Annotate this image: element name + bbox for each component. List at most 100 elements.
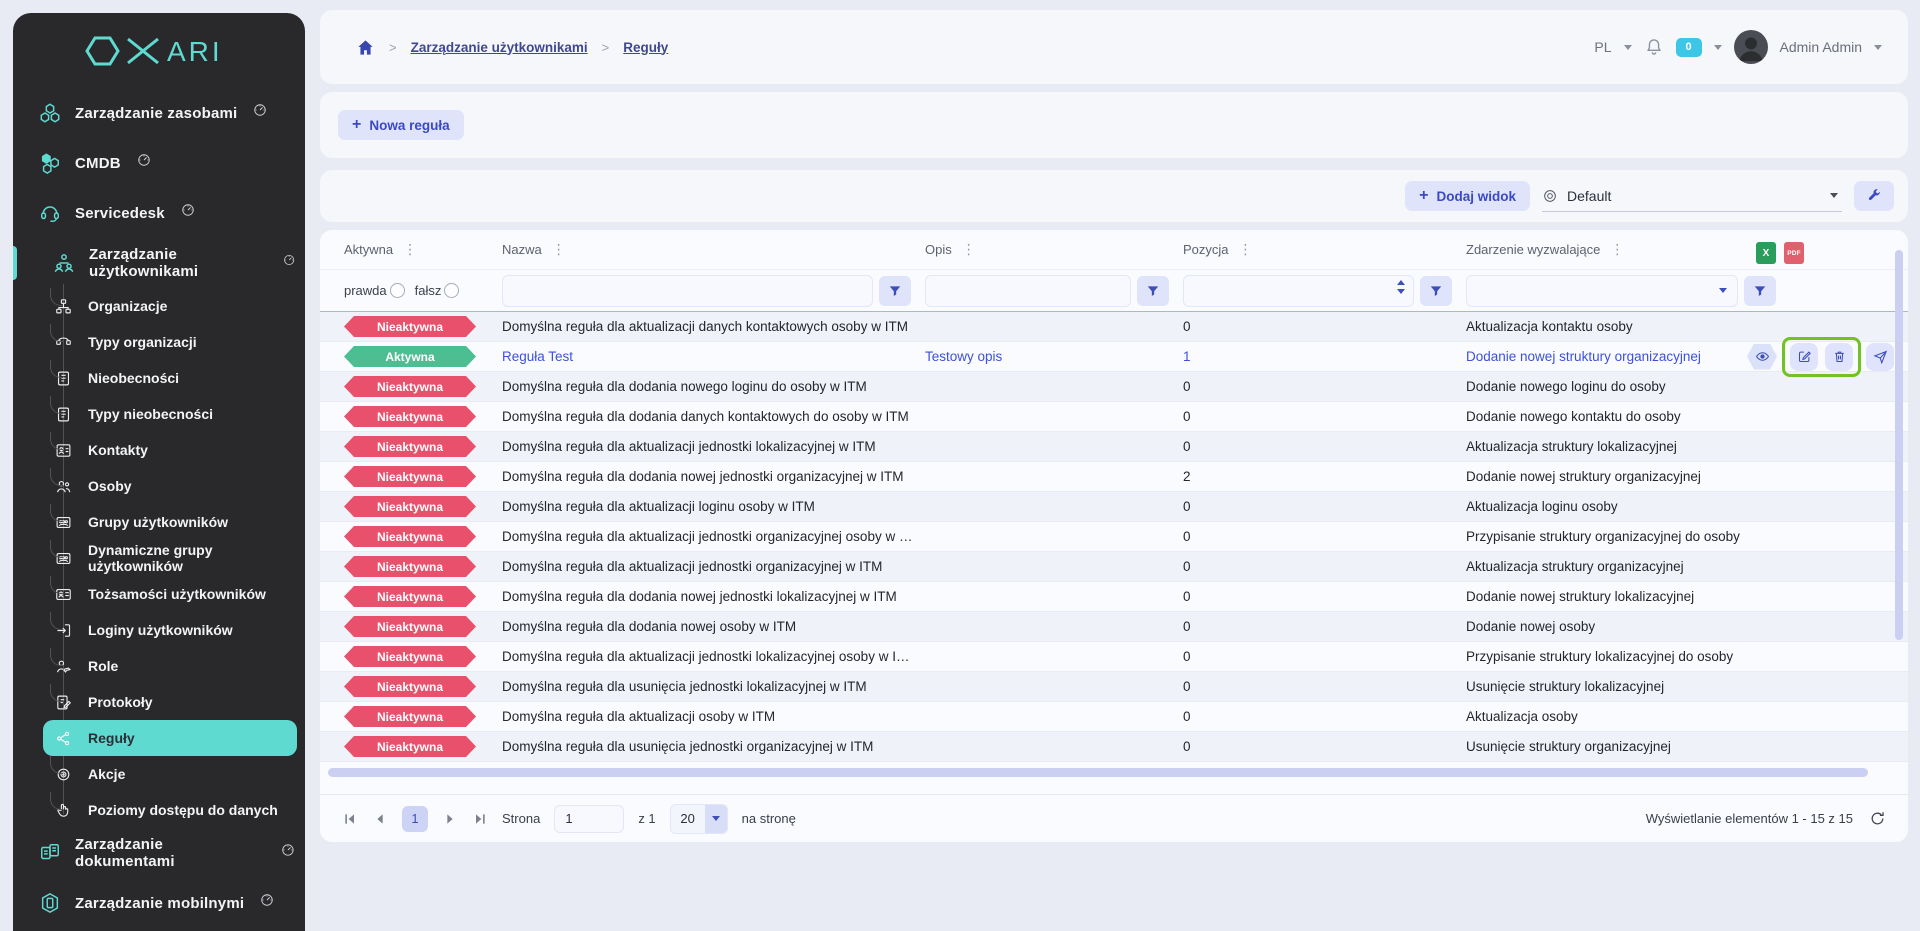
notifications-bell-icon[interactable] [1644, 37, 1664, 57]
breadcrumb-link-rules[interactable]: Reguły [623, 40, 668, 55]
spinner-down-icon[interactable] [1397, 289, 1405, 294]
edit-button[interactable] [1790, 343, 1818, 371]
current-page-button[interactable]: 1 [402, 806, 428, 832]
send-button[interactable] [1866, 343, 1894, 371]
spinner-up-icon[interactable] [1397, 280, 1405, 285]
trigger-event-filter-input[interactable] [1467, 276, 1737, 306]
table-row[interactable]: Nieaktywna Domyślna reguła dla aktualiza… [320, 312, 1908, 342]
column-menu-icon[interactable]: ⋮ [403, 241, 417, 258]
pdf-export-icon[interactable]: PDF [1784, 242, 1804, 264]
radio-false[interactable] [444, 283, 459, 298]
rule-description-cell[interactable]: Testowy opis [925, 349, 1183, 364]
column-menu-icon[interactable]: ⋮ [962, 241, 976, 258]
sidebar-subitem[interactable]: Typy nieobecności [13, 396, 305, 432]
app-logo[interactable]: ARI [13, 13, 305, 88]
status-badge: Nieaktywna [344, 586, 476, 607]
sidebar-submenu: OrganizacjeTypy organizacjiNieobecnościT… [13, 288, 305, 828]
table-row[interactable]: Nieaktywna Domyślna reguła dla aktualiza… [320, 702, 1908, 732]
next-page-icon[interactable] [442, 811, 458, 827]
sidebar-subitem[interactable]: Typy organizacji [13, 324, 305, 360]
table-row[interactable]: Nieaktywna Domyślna reguła dla aktualiza… [320, 432, 1908, 462]
sidebar-subitem[interactable]: Poziomy dostępu do danych [13, 792, 305, 828]
page-number-input[interactable] [554, 805, 624, 833]
avatar[interactable] [1734, 30, 1768, 64]
sidebar-subitem-label: Tożsamości użytkowników [88, 586, 266, 602]
previous-page-icon[interactable] [372, 811, 388, 827]
vertical-scrollbar[interactable] [1895, 250, 1903, 640]
position-filter-button[interactable] [1420, 276, 1452, 306]
radio-true[interactable] [390, 283, 405, 298]
sidebar-subitem[interactable]: Grupy użytkowników [13, 504, 305, 540]
chevron-down-icon[interactable] [1714, 45, 1722, 50]
sidebar-subitem[interactable]: Protokoły [13, 684, 305, 720]
sidebar-item[interactable]: Zarządzanie dokumentami [13, 828, 305, 878]
language-selector[interactable]: PL [1594, 39, 1611, 55]
sidebar-subitem[interactable]: Nieobecności [13, 360, 305, 396]
sidebar-subitem[interactable]: Loginy użytkowników [13, 612, 305, 648]
column-header-position[interactable]: Pozycja ⋮ [1183, 241, 1466, 258]
sidebar-item-label: Zarządzanie użytkownikami [89, 246, 267, 280]
sidebar-subitem[interactable]: Kontakty [13, 432, 305, 468]
table-row[interactable]: Nieaktywna Domyślna reguła dla usunięcia… [320, 732, 1908, 762]
first-page-icon[interactable] [342, 811, 358, 827]
table-row[interactable]: Nieaktywna Domyślna reguła dla dodania d… [320, 402, 1908, 432]
name-filter-input[interactable] [503, 276, 872, 306]
table-row[interactable]: Aktywna Reguła Test Testowy opis 1 Dodan… [320, 342, 1908, 372]
sidebar-item[interactable]: CMDB [13, 138, 305, 188]
column-menu-icon[interactable]: ⋮ [1239, 241, 1253, 258]
column-header-trigger-event[interactable]: Zdarzenie wyzwalające ⋮ [1466, 241, 1790, 258]
page-size-select[interactable]: 20 [670, 804, 728, 834]
sidebar-item[interactable]: Zarządzanie zasobami [13, 88, 305, 138]
column-header-name[interactable]: Nazwa ⋮ [502, 241, 925, 258]
rule-trigger-event-cell[interactable]: Dodanie nowej struktury organizacyjnej [1466, 349, 1790, 364]
table-row[interactable]: Nieaktywna Domyślna reguła dla dodania n… [320, 372, 1908, 402]
table-row[interactable]: Nieaktywna Domyślna reguła dla aktualiza… [320, 492, 1908, 522]
table-row[interactable]: Nieaktywna Domyślna reguła dla dodania n… [320, 582, 1908, 612]
column-header-description[interactable]: Opis ⋮ [925, 241, 1183, 258]
excel-export-icon[interactable]: X [1756, 242, 1776, 264]
rule-position-cell[interactable]: 1 [1183, 349, 1466, 364]
sidebar-subitem[interactable]: Organizacje [13, 288, 305, 324]
refresh-icon[interactable] [1869, 810, 1886, 827]
horizontal-scrollbar[interactable] [328, 768, 1868, 777]
dropdown-caret-icon[interactable] [1719, 288, 1727, 293]
view-selector-dropdown[interactable]: Default [1542, 181, 1842, 212]
description-filter-input[interactable] [926, 276, 1130, 306]
rule-name-cell[interactable]: Reguła Test [502, 349, 925, 364]
sidebar-subitem[interactable]: Role [13, 648, 305, 684]
name-filter-button[interactable] [879, 276, 911, 306]
sidebar-item[interactable]: Zarządzanie użytkownikami [13, 238, 305, 288]
sidebar-subitem[interactable]: Tożsamości użytkowników [13, 576, 305, 612]
chevron-down-icon[interactable] [1624, 45, 1632, 50]
position-filter-input[interactable] [1184, 276, 1413, 306]
home-icon[interactable] [356, 38, 375, 57]
preview-button[interactable] [1747, 344, 1777, 370]
sidebar-item[interactable]: Servicedesk [13, 188, 305, 238]
sidebar-subitem[interactable]: Osoby [13, 468, 305, 504]
sidebar-subitem[interactable]: Akcje [13, 756, 305, 792]
description-filter-button[interactable] [1137, 276, 1169, 306]
sidebar-subitem[interactable]: Dynamiczne grupy użytkowników [13, 540, 305, 576]
table-row[interactable]: Nieaktywna Domyślna reguła dla aktualiza… [320, 642, 1908, 672]
table-row[interactable]: Nieaktywna Domyślna reguła dla dodania n… [320, 612, 1908, 642]
column-header-active[interactable]: Aktywna ⋮ [344, 241, 502, 258]
table-row[interactable]: Nieaktywna Domyślna reguła dla usunięcia… [320, 672, 1908, 702]
table-row[interactable]: Nieaktywna Domyślna reguła dla aktualiza… [320, 552, 1908, 582]
last-page-icon[interactable] [472, 811, 488, 827]
table-row[interactable]: Nieaktywna Domyślna reguła dla aktualiza… [320, 522, 1908, 552]
column-menu-icon[interactable]: ⋮ [552, 241, 566, 258]
chevron-down-icon[interactable] [1874, 45, 1882, 50]
column-menu-icon[interactable]: ⋮ [1610, 241, 1624, 258]
sidebar-item-label: Zarządzanie mobilnymi [75, 895, 244, 912]
trigger-event-filter-button[interactable] [1744, 276, 1776, 306]
new-rule-button[interactable]: + Nowa reguła [338, 110, 464, 140]
sidebar-item[interactable]: Zarządzanie mobilnymi [13, 878, 305, 928]
user-menu[interactable]: Admin Admin [1780, 39, 1862, 55]
delete-button[interactable] [1825, 343, 1853, 371]
add-view-button[interactable]: + Dodaj widok [1405, 181, 1530, 211]
grid-settings-button[interactable] [1854, 181, 1894, 211]
table-row[interactable]: Nieaktywna Domyślna reguła dla dodania n… [320, 462, 1908, 492]
sidebar-subitem[interactable]: Reguły [43, 720, 297, 756]
sidebar-subitem-label: Kontakty [88, 442, 148, 458]
breadcrumb-link-users[interactable]: Zarządzanie użytkownikami [411, 40, 588, 55]
